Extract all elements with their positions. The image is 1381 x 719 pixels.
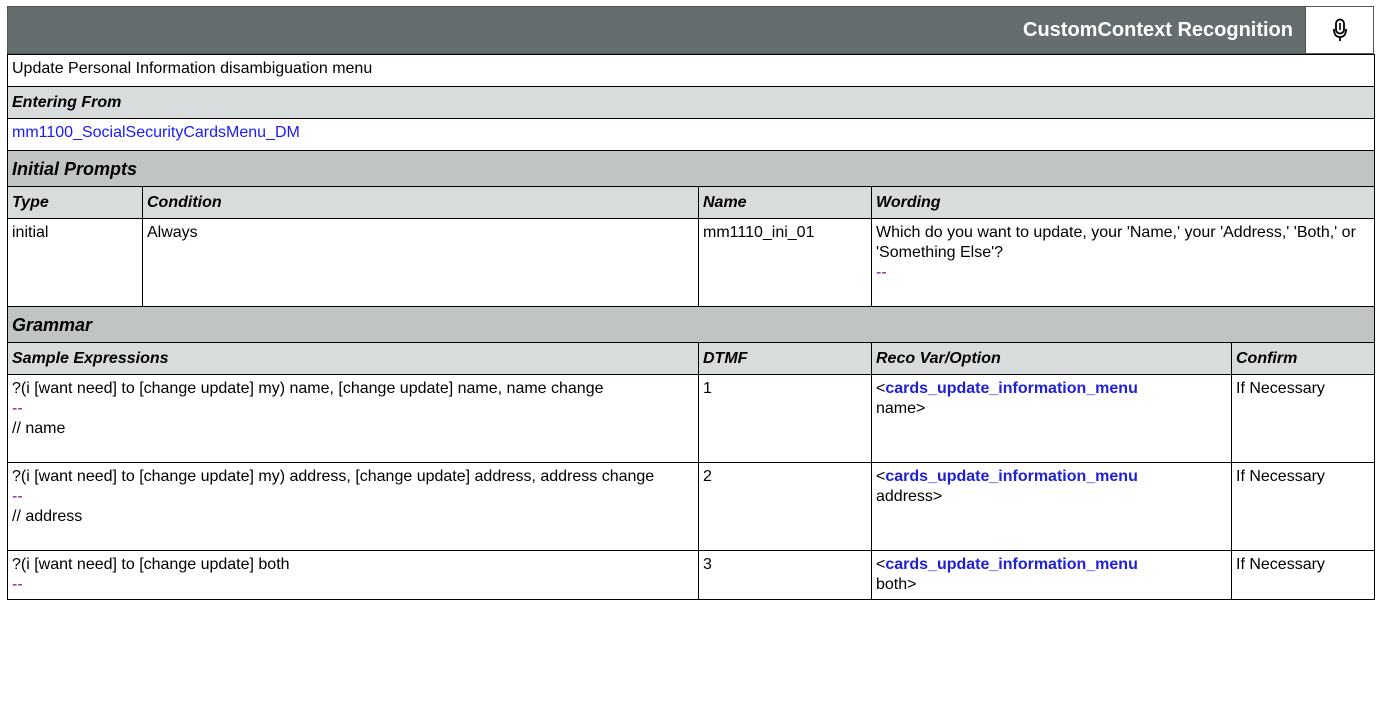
sample-expression: ?(i [want need] to [change update] both — [12, 556, 290, 573]
initial-prompts-header: Initial Prompts — [7, 150, 1375, 187]
prompt-condition: Always — [142, 218, 699, 307]
spec-table: Update Personal Information disambiguati… — [7, 54, 1375, 600]
entering-from-link[interactable]: mm1100_SocialSecurityCardsMenu_DM — [12, 124, 300, 141]
dtmf-value: 2 — [698, 462, 872, 551]
title-bar: CustomContext Recognition — [7, 6, 1374, 54]
column-header-type: Type — [7, 186, 143, 219]
expression-dash: -- — [12, 576, 23, 593]
reco-var-link[interactable]: cards_update_information_menu — [885, 468, 1138, 485]
initial-prompts-column-headers: Type Condition Name Wording — [7, 186, 1375, 219]
grammar-row: ?(i [want need] to [change update] my) a… — [7, 462, 1375, 551]
prompt-wording-cell: Which do you want to update, your 'Name,… — [871, 218, 1375, 307]
column-header-wording: Wording — [871, 186, 1375, 219]
reco-open: < — [876, 468, 886, 485]
entering-from-header: Entering From — [7, 86, 1375, 119]
dtmf-value: 3 — [698, 550, 872, 600]
reco-open: < — [876, 556, 886, 573]
prompt-row: initial Always mm1110_ini_01 Which do yo… — [7, 218, 1375, 307]
column-header-condition: Condition — [142, 186, 699, 219]
expression-comment: // name — [12, 420, 66, 437]
prompt-wording: Which do you want to update, your 'Name,… — [876, 224, 1356, 261]
entering-from-heading: Entering From — [7, 86, 1375, 119]
sample-expression-cell: ?(i [want need] to [change update] my) a… — [7, 462, 699, 551]
dtmf-value: 1 — [698, 374, 872, 463]
prompt-type: initial — [7, 218, 143, 307]
microphone-icon — [1332, 18, 1347, 41]
grammar-header: Grammar — [7, 306, 1375, 343]
entering-from-row: mm1100_SocialSecurityCardsMenu_DM — [7, 118, 1375, 151]
grammar-row: ?(i [want need] to [change update] both … — [7, 550, 1375, 600]
prompt-name: mm1110_ini_01 — [698, 218, 872, 307]
confirm-value: If Necessary — [1231, 550, 1375, 600]
sample-expression-cell: ?(i [want need] to [change update] both … — [7, 550, 699, 600]
description-text: Update Personal Information disambiguati… — [7, 54, 1375, 87]
column-header-name: Name — [698, 186, 872, 219]
reco-var-link[interactable]: cards_update_information_menu — [885, 380, 1138, 397]
sample-expression-cell: ?(i [want need] to [change update] my) n… — [7, 374, 699, 463]
column-header-dtmf: DTMF — [698, 342, 872, 375]
prompt-dash: -- — [876, 264, 887, 281]
reco-var-cell: <cards_update_information_menu name> — [871, 374, 1232, 463]
grammar-heading: Grammar — [7, 306, 1375, 343]
recognition-spec-sheet: CustomContext Recognition Update Persona… — [7, 6, 1375, 600]
reco-value: address> — [876, 488, 943, 505]
reco-var-cell: <cards_update_information_menu both> — [871, 550, 1232, 600]
sample-expression: ?(i [want need] to [change update] my) a… — [12, 468, 655, 485]
confirm-value: If Necessary — [1231, 462, 1375, 551]
sample-expression: ?(i [want need] to [change update] my) n… — [12, 380, 604, 397]
confirm-value: If Necessary — [1231, 374, 1375, 463]
column-header-sample-expressions: Sample Expressions — [7, 342, 699, 375]
grammar-column-headers: Sample Expressions DTMF Reco Var/Option … — [7, 342, 1375, 375]
expression-comment: // address — [12, 508, 83, 525]
grammar-row: ?(i [want need] to [change update] my) n… — [7, 374, 1375, 463]
column-header-confirm: Confirm — [1231, 342, 1375, 375]
reco-value: name> — [876, 400, 926, 417]
initial-prompts-heading: Initial Prompts — [7, 150, 1375, 187]
description-row: Update Personal Information disambiguati… — [7, 54, 1375, 87]
reco-var-link[interactable]: cards_update_information_menu — [885, 556, 1138, 573]
reco-open: < — [876, 380, 886, 397]
expression-dash: -- — [12, 400, 23, 417]
mic-box — [1305, 7, 1373, 53]
column-header-reco-var: Reco Var/Option — [871, 342, 1232, 375]
reco-var-cell: <cards_update_information_menu address> — [871, 462, 1232, 551]
reco-value: both> — [876, 576, 917, 593]
expression-dash: -- — [12, 488, 23, 505]
page-title: CustomContext Recognition — [1023, 18, 1293, 41]
